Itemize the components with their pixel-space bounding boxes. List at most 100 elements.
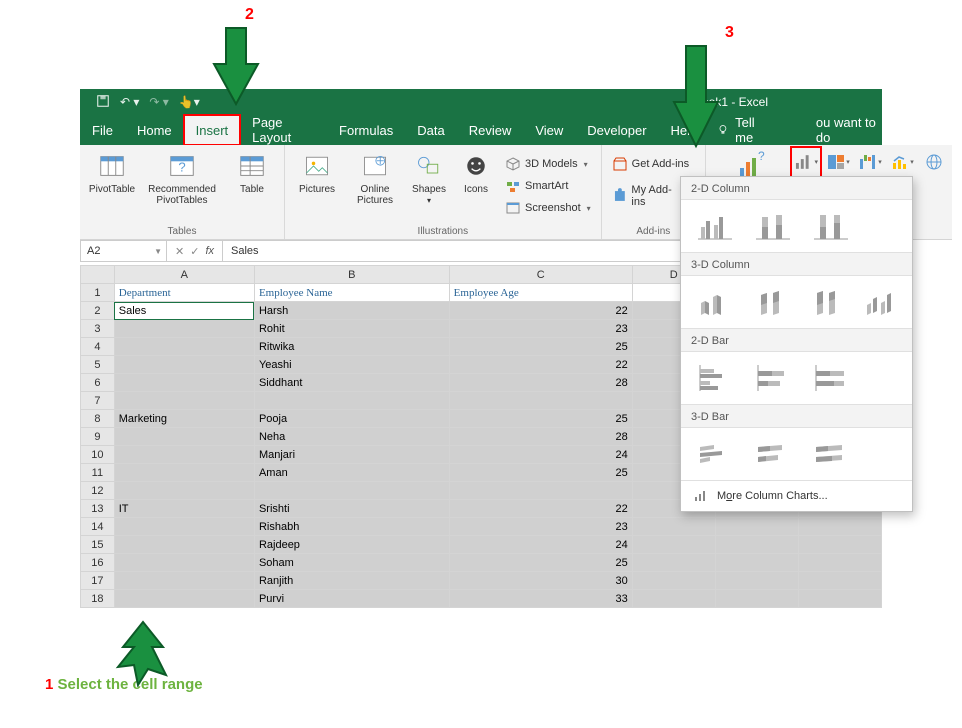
cell[interactable] (254, 482, 449, 500)
cell[interactable] (114, 392, 254, 410)
cell[interactable]: Manjari (254, 446, 449, 464)
more-column-charts[interactable]: More Column Charts... (681, 480, 912, 511)
cell[interactable]: Employee Name (254, 284, 449, 302)
cell[interactable] (798, 554, 881, 572)
cell[interactable]: Sales (114, 302, 254, 320)
row-header[interactable]: 4 (81, 338, 115, 356)
cell[interactable]: Marketing (114, 410, 254, 428)
clustered-bar-3d[interactable] (695, 438, 735, 470)
cell[interactable] (798, 590, 881, 608)
cell[interactable]: Siddhant (254, 374, 449, 392)
tab-insert[interactable]: Insert (184, 115, 241, 145)
100-stacked-bar-2d[interactable] (811, 362, 851, 394)
row-header[interactable]: 18 (81, 590, 115, 608)
col-header-C[interactable]: C (449, 266, 632, 284)
row-header[interactable]: 15 (81, 536, 115, 554)
cell[interactable] (798, 572, 881, 590)
stacked-bar-3d[interactable] (753, 438, 793, 470)
cell[interactable] (715, 590, 798, 608)
cell[interactable] (114, 554, 254, 572)
cell[interactable] (254, 392, 449, 410)
cell[interactable] (449, 482, 632, 500)
column-3d[interactable] (863, 286, 901, 318)
clustered-column-3d[interactable] (695, 286, 733, 318)
chevron-down-icon[interactable]: ▼ (154, 247, 162, 256)
icons-button[interactable]: Icons (457, 148, 495, 224)
cell[interactable] (798, 518, 881, 536)
row-header[interactable]: 6 (81, 374, 115, 392)
cell[interactable] (632, 518, 715, 536)
clustered-column-2d[interactable] (695, 210, 735, 242)
name-box[interactable]: A2▼ (81, 241, 167, 261)
cell[interactable]: Yeashi (254, 356, 449, 374)
row-header-1[interactable]: 1 (81, 284, 115, 302)
cell[interactable] (632, 590, 715, 608)
cell[interactable]: Employee Age (449, 284, 632, 302)
cell[interactable]: 23 (449, 320, 632, 338)
cell[interactable]: 25 (449, 554, 632, 572)
pivottable-button[interactable]: PivotTable (86, 148, 138, 224)
cell[interactable]: 24 (449, 446, 632, 464)
screenshot-button[interactable]: Screenshot▾ (501, 198, 595, 218)
row-header[interactable]: 14 (81, 518, 115, 536)
smartart-button[interactable]: SmartArt (501, 176, 595, 196)
col-header-A[interactable]: A (114, 266, 254, 284)
cell[interactable] (114, 374, 254, 392)
clustered-bar-2d[interactable] (695, 362, 735, 394)
row-header[interactable]: 3 (81, 320, 115, 338)
insert-waterfall-chart-button[interactable]: ▾ (858, 150, 882, 174)
cell[interactable] (114, 482, 254, 500)
cell[interactable]: 22 (449, 356, 632, 374)
tab-formulas[interactable]: Formulas (327, 115, 405, 145)
shapes-button[interactable]: Shapes▾ (407, 148, 451, 224)
tab-file[interactable]: File (80, 115, 125, 145)
row-header[interactable]: 8 (81, 410, 115, 428)
cell[interactable]: 23 (449, 518, 632, 536)
cell[interactable]: Rishabh (254, 518, 449, 536)
cell[interactable]: 25 (449, 338, 632, 356)
insert-column-chart-button[interactable]: ▾ (794, 150, 818, 174)
tab-data[interactable]: Data (405, 115, 456, 145)
cell[interactable]: 28 (449, 374, 632, 392)
online-pictures-button[interactable]: Online Pictures (349, 148, 401, 224)
cell[interactable]: Department (114, 284, 254, 302)
row-header[interactable]: 7 (81, 392, 115, 410)
row-header[interactable]: 17 (81, 572, 115, 590)
tab-developer[interactable]: Developer (575, 115, 658, 145)
cell[interactable] (715, 536, 798, 554)
cell[interactable] (632, 572, 715, 590)
row-header[interactable]: 12 (81, 482, 115, 500)
get-addins-button[interactable]: Get Add-ins (608, 154, 699, 174)
row-header[interactable]: 2 (81, 302, 115, 320)
tell-me-search[interactable]: Tell me ou want to do (717, 115, 882, 145)
tab-home[interactable]: Home (125, 115, 184, 145)
cell[interactable]: Harsh (254, 302, 449, 320)
cell[interactable] (114, 446, 254, 464)
cell[interactable] (715, 554, 798, 572)
cell[interactable]: Neha (254, 428, 449, 446)
cell[interactable] (715, 518, 798, 536)
row-header[interactable]: 11 (81, 464, 115, 482)
select-all-corner[interactable] (81, 266, 115, 284)
cell[interactable] (114, 464, 254, 482)
cell[interactable]: 25 (449, 464, 632, 482)
cell[interactable] (632, 554, 715, 572)
cell[interactable] (114, 536, 254, 554)
cell[interactable]: Purvi (254, 590, 449, 608)
insert-combo-chart-button[interactable]: ▾ (890, 150, 914, 174)
cell[interactable] (632, 536, 715, 554)
cell[interactable] (114, 518, 254, 536)
cell[interactable]: 22 (449, 500, 632, 518)
cell[interactable]: Srishti (254, 500, 449, 518)
cell[interactable]: 24 (449, 536, 632, 554)
cell[interactable] (114, 590, 254, 608)
cell[interactable] (114, 572, 254, 590)
table-button[interactable]: Table (226, 148, 278, 224)
cell[interactable] (114, 320, 254, 338)
row-header[interactable]: 16 (81, 554, 115, 572)
cell[interactable]: Rohit (254, 320, 449, 338)
col-header-B[interactable]: B (254, 266, 449, 284)
cell[interactable] (114, 428, 254, 446)
recommended-pivottables-button[interactable]: ? Recommended PivotTables (144, 148, 220, 224)
cell[interactable]: 25 (449, 410, 632, 428)
